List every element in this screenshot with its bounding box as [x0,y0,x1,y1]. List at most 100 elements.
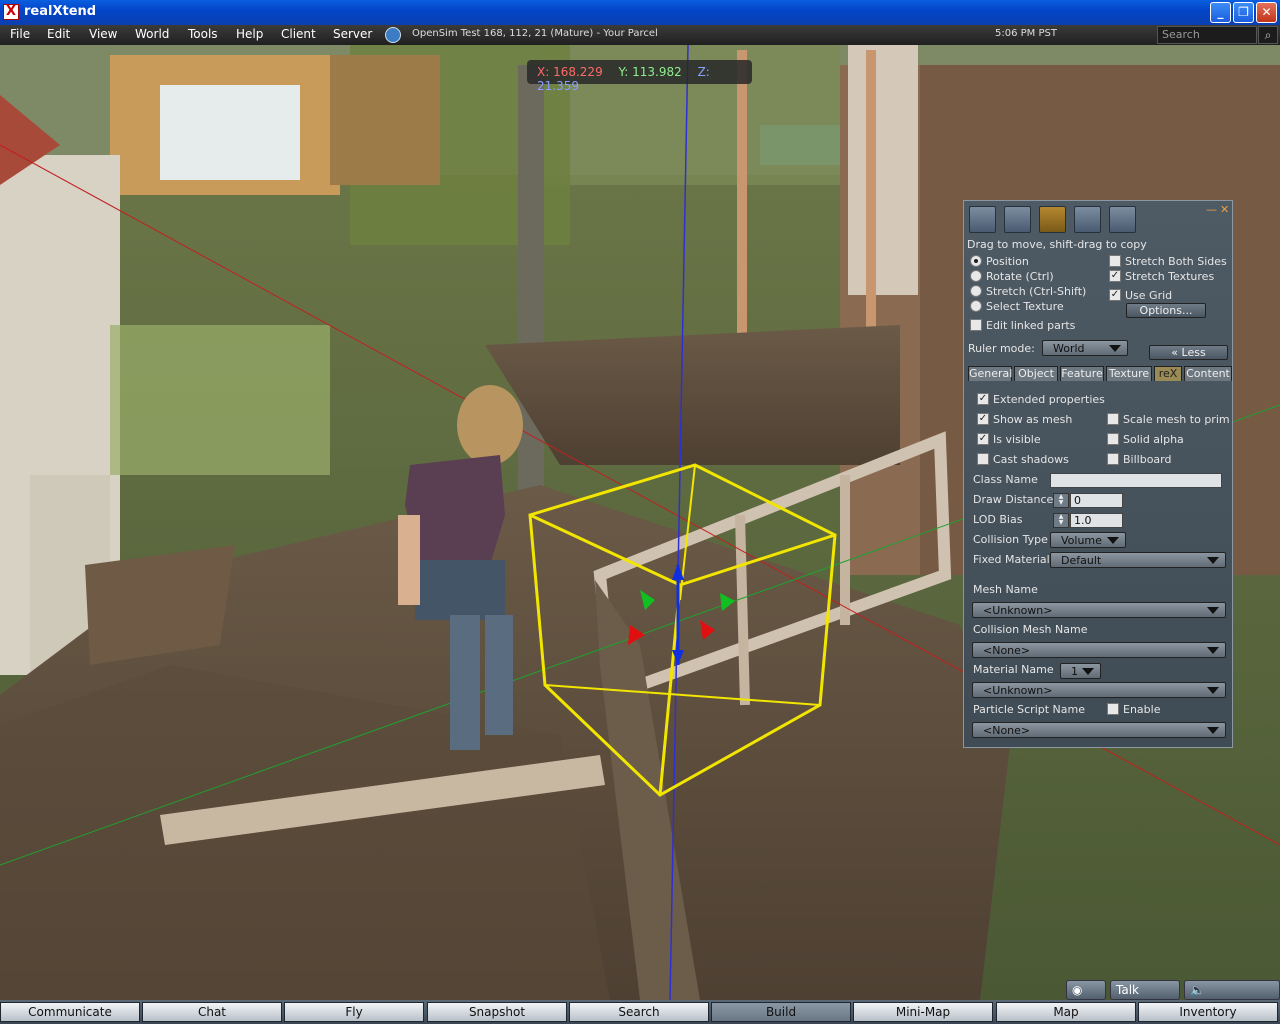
menu-tools[interactable]: Tools [188,27,218,41]
is-visible-label: Is visible [993,433,1041,446]
talk-label: Talk [1116,983,1139,997]
material-name-label: Material Name [973,663,1054,676]
solid-alpha-label: Solid alpha [1123,433,1184,446]
position-radio[interactable] [970,255,982,267]
use-grid-label: Use Grid [1125,289,1173,302]
stretch-textures-checkbox[interactable]: ✓ [1109,270,1121,282]
particle-enable-label: Enable [1123,703,1161,716]
search-icon[interactable]: ⌕ [1258,26,1278,44]
particle-script-dropdown[interactable]: <None> [972,722,1226,738]
class-name-field[interactable] [1050,473,1222,488]
title-bar: X realXtend _ ❐ ✕ [0,0,1280,25]
coord-x: X: 168.229 [537,65,603,79]
stretch-both-checkbox[interactable] [1109,255,1121,267]
location-icon[interactable] [385,27,401,43]
cast-shadows-checkbox[interactable] [977,453,989,465]
lod-bias-field[interactable]: 1.0 [1070,513,1123,528]
billboard-checkbox[interactable] [1107,453,1119,465]
build-tabs: General Object Feature Texture reX Conte… [968,366,1232,381]
tab-general[interactable]: General [968,366,1012,381]
voice-controls: ◉ Talk 🔈 [1066,980,1280,1000]
mesh-name-dropdown[interactable]: <Unknown> [972,602,1226,618]
draw-distance-field[interactable]: 0 [1070,493,1123,508]
search-button[interactable]: Search [569,1002,709,1022]
panel-close-icon[interactable]: ✕ [1220,203,1229,216]
edit-linked-label: Edit linked parts [986,319,1076,332]
menu-client[interactable]: Client [281,27,316,41]
map-button[interactable]: Map [996,1002,1136,1022]
lod-bias-label: LOD Bias [973,513,1023,526]
tab-object[interactable]: Object [1014,366,1058,381]
menu-view[interactable]: View [89,27,117,41]
select-texture-radio[interactable] [970,300,982,312]
x-icon: X [3,4,19,20]
draw-distance-label: Draw Distance [973,493,1054,506]
particle-enable-checkbox[interactable] [1107,703,1119,715]
panel-minimize-icon[interactable]: — [1206,203,1217,216]
grab-tool-icon[interactable] [1004,206,1031,233]
maximize-button[interactable]: ❐ [1233,2,1254,23]
search-input[interactable]: Search [1157,26,1257,44]
is-visible-checkbox[interactable]: ✓ [977,433,989,445]
close-button[interactable]: ✕ [1256,2,1277,23]
edit-tool-icon[interactable] [1039,206,1066,233]
material-index-dropdown[interactable]: 1 [1060,663,1101,679]
land-tool-icon[interactable] [1109,206,1136,233]
rotate-label: Rotate (Ctrl) [986,270,1054,283]
fly-button[interactable]: Fly [284,1002,424,1022]
clock: 5:06 PM PST [995,28,1057,39]
menu-bar: File Edit View World Tools Help Client S… [0,25,1280,45]
voice-gesture-icon[interactable]: ◉ [1066,980,1106,1000]
menu-server[interactable]: Server [333,27,372,41]
window-title: realXtend [24,4,97,19]
menu-help[interactable]: Help [236,27,263,41]
minimize-button[interactable]: _ [1210,2,1231,23]
create-tool-icon[interactable] [1074,206,1101,233]
less-button[interactable]: « Less [1149,345,1228,360]
tab-texture[interactable]: Texture [1106,366,1152,381]
stretch-label: Stretch (Ctrl-Shift) [986,285,1087,298]
stretch-textures-label: Stretch Textures [1125,270,1215,283]
rotate-radio[interactable] [970,270,982,282]
location-text[interactable]: OpenSim Test 168, 112, 21 (Mature) - You… [412,28,658,39]
stretch-both-label: Stretch Both Sides [1125,255,1227,268]
coord-y: Y: 113.982 [618,65,682,79]
stretch-radio[interactable] [970,285,982,297]
collision-type-dropdown[interactable]: Volume [1050,532,1126,548]
billboard-label: Billboard [1123,453,1172,466]
options-button[interactable]: Options... [1126,303,1206,318]
inventory-button[interactable]: Inventory [1138,1002,1278,1022]
menu-file[interactable]: File [10,27,30,41]
edit-linked-checkbox[interactable] [970,319,982,331]
talk-button[interactable]: Talk [1110,980,1180,1000]
solid-alpha-checkbox[interactable] [1107,433,1119,445]
mini-map-button[interactable]: Mini-Map [853,1002,993,1022]
tab-feature[interactable]: Feature [1060,366,1104,381]
focus-tool-icon[interactable] [969,206,996,233]
build-button[interactable]: Build [711,1002,851,1022]
menu-world[interactable]: World [135,27,169,41]
menu-edit[interactable]: Edit [47,27,70,41]
tab-rex[interactable]: reX [1154,366,1182,381]
collision-type-label: Collision Type [973,533,1048,546]
tab-content[interactable]: Content [1184,366,1232,381]
volume-slider[interactable]: 🔈 [1184,980,1280,1000]
scale-mesh-checkbox[interactable] [1107,413,1119,425]
draw-distance-spinner[interactable]: ▲ ▼ [1053,493,1069,508]
communicate-button[interactable]: Communicate [0,1002,140,1022]
material-name-dropdown[interactable]: <Unknown> [972,682,1226,698]
show-mesh-label: Show as mesh [993,413,1073,426]
class-name-label: Class Name [973,473,1038,486]
chat-button[interactable]: Chat [142,1002,282,1022]
use-grid-checkbox[interactable]: ✓ [1109,289,1121,301]
scale-mesh-label: Scale mesh to prim [1123,413,1230,426]
bottom-toolbar: Communicate Chat Fly Snapshot Search Bui… [0,1000,1280,1024]
ruler-mode-dropdown[interactable]: World [1042,340,1128,356]
snapshot-button[interactable]: Snapshot [427,1002,567,1022]
drag-hint: Drag to move, shift-drag to copy [967,238,1147,251]
lod-bias-spinner[interactable]: ▲ ▼ [1053,513,1069,528]
show-mesh-checkbox[interactable]: ✓ [977,413,989,425]
collision-mesh-dropdown[interactable]: <None> [972,642,1226,658]
extended-properties-checkbox[interactable]: ✓ [977,393,989,405]
fixed-material-dropdown[interactable]: Default [1050,552,1226,568]
